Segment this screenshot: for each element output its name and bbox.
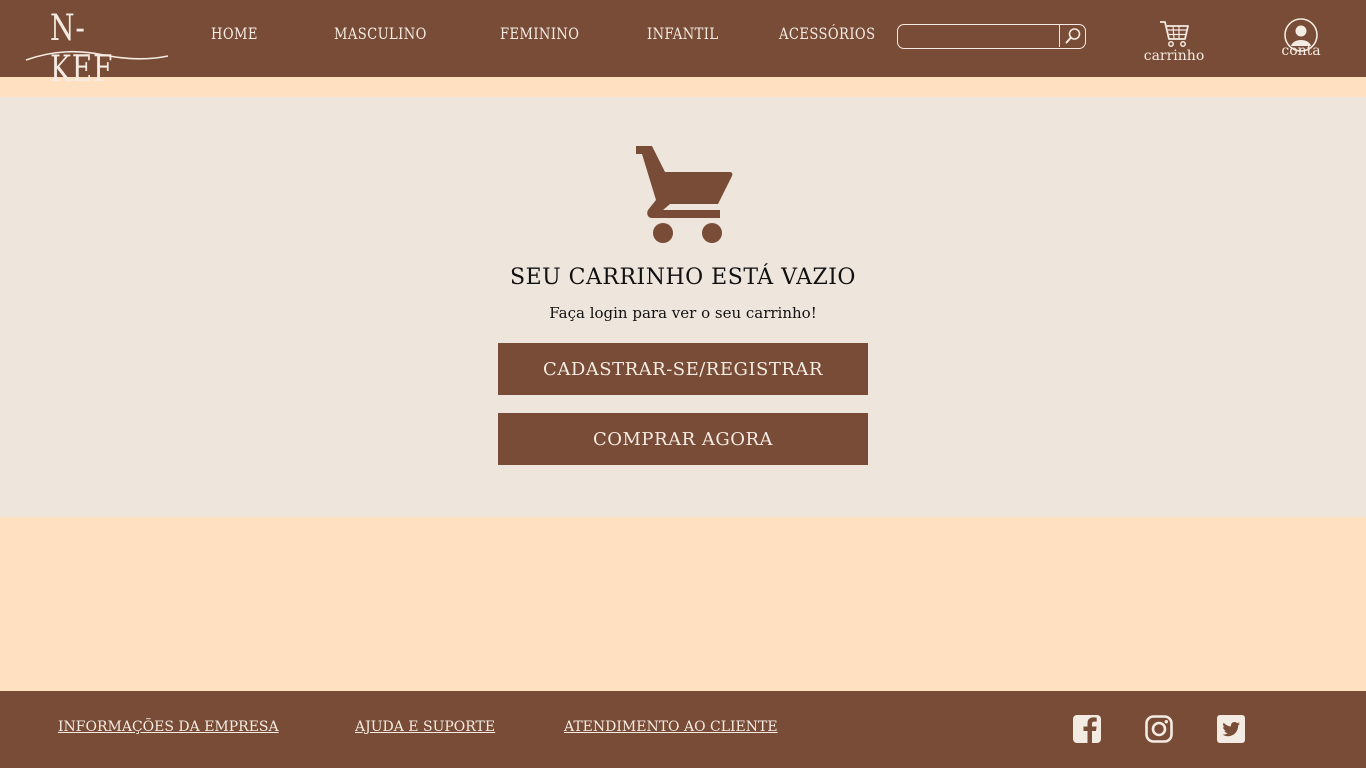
empty-cart-icon [636,146,733,243]
logo-swoosh [25,50,169,61]
header-cart[interactable]: carrinho [1139,17,1209,71]
nav-masculino[interactable]: MASCULINO [334,24,427,46]
search-input[interactable] [902,27,1058,47]
footer-link-customer-service[interactable]: ATENDIMENTO AO CLIENTE [564,719,778,735]
cart-label: carrinho [1143,48,1205,64]
brand-logo[interactable]: N-KEF [24,6,170,90]
search-box [897,24,1086,49]
empty-cart-subtitle: Faça login para ver o seu carrinho! [549,304,817,322]
nav-home[interactable]: HOME [211,24,258,46]
nav-infantil[interactable]: INFANTIL [647,24,719,46]
footer-link-help-support[interactable]: AJUDA E SUPORTE [355,719,495,735]
site-header: N-KEF HOME MASCULINO FEMININO INFANTIL A… [0,0,1366,90]
nav-acessorios[interactable]: ACESSÓRIOS [779,24,876,46]
empty-cart-panel: SEU CARRINHO ESTÁ VAZIO Faça login para … [0,97,1366,517]
account-label: conta [1281,43,1321,59]
buy-now-button[interactable]: COMPRAR AGORA [498,413,868,465]
site-footer: INFORMAÇÕES DA EMPRESA AJUDA E SUPORTE A… [0,691,1366,768]
header-account[interactable]: conta [1266,17,1336,71]
register-button[interactable]: CADASTRAR-SE/REGISTRAR [498,343,868,395]
nav-feminino[interactable]: FEMININO [500,24,579,46]
twitter-icon[interactable] [1216,714,1246,744]
facebook-icon[interactable] [1072,714,1102,744]
cart-icon [1160,21,1189,47]
instagram-icon[interactable] [1144,714,1174,744]
footer-link-company-info[interactable]: INFORMAÇÕES DA EMPRESA [58,719,279,735]
search-button[interactable] [1059,25,1085,47]
search-icon [1065,28,1081,44]
empty-cart-title: SEU CARRINHO ESTÁ VAZIO [510,265,856,290]
